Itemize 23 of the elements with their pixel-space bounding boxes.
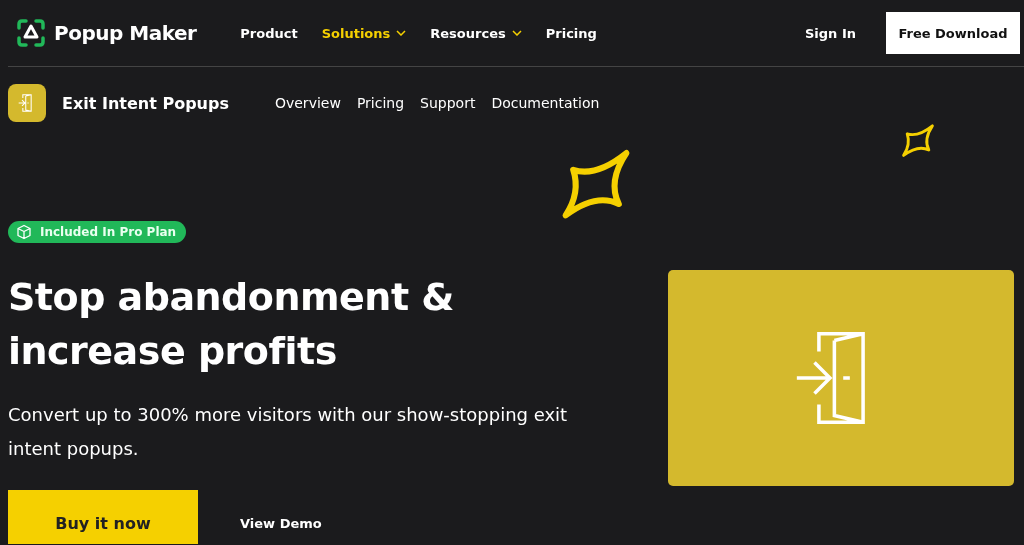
brand-name: Popup Maker xyxy=(54,21,197,45)
caret-icon xyxy=(511,30,522,36)
subnav-link[interactable]: Support xyxy=(420,95,476,111)
nav-item[interactable]: Resources xyxy=(430,25,522,41)
view-demo-link[interactable]: View Demo xyxy=(234,502,328,532)
subnav-link[interactable]: Overview xyxy=(274,95,341,111)
subnav-link[interactable]: Documentation xyxy=(491,95,600,111)
buy-button[interactable]: Buy it now xyxy=(8,490,198,544)
nav-item[interactable]: Product xyxy=(240,25,298,41)
sign-in-link[interactable]: Sign In xyxy=(799,24,862,42)
box-icon xyxy=(16,224,32,240)
logo-icon xyxy=(16,18,46,48)
product-title: Exit Intent Popups xyxy=(62,93,229,113)
caret-icon xyxy=(396,30,407,36)
free-download-button[interactable]: Free Download xyxy=(886,12,1020,54)
door-icon xyxy=(8,84,46,122)
nav-item[interactable]: Pricing xyxy=(545,25,597,41)
sparkle-icon xyxy=(900,122,936,160)
badge-label: Included In Pro Plan xyxy=(40,225,177,239)
hero-description: Convert up to 300% more visitors with our show-stopping exit intent popups. xyxy=(8,403,569,461)
nav-item[interactable]: Solutions xyxy=(321,25,407,41)
subnav-link[interactable]: Pricing xyxy=(356,95,405,111)
hero-heading: Stop abandonment & increase profits xyxy=(8,274,455,375)
